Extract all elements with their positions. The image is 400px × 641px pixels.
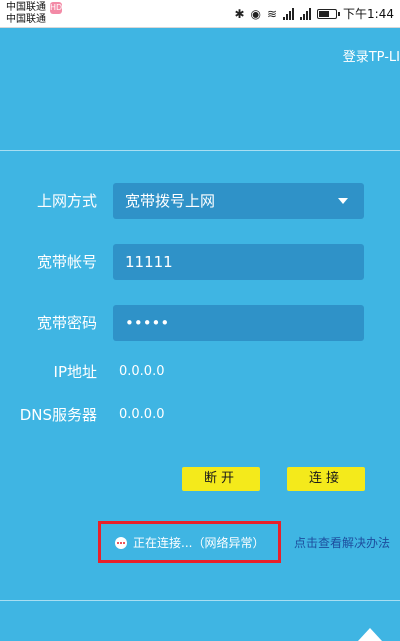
- bluetooth-icon: ✱: [234, 7, 245, 21]
- connection-type-value: 宽带拨号上网: [125, 192, 216, 210]
- status-bar: 中国联通 HD 中国联通 ✱ ◉ ≋ 下午1:44: [0, 0, 400, 28]
- connection-type-row: 上网方式 宽带拨号上网: [0, 183, 400, 219]
- connection-type-select[interactable]: 宽带拨号上网: [113, 183, 364, 219]
- dns-value: 0.0.0.0: [119, 407, 165, 422]
- header: 登录TP-LI: [0, 28, 400, 150]
- clock: 下午1:44: [343, 7, 394, 21]
- wifi-icon: ≋: [266, 7, 278, 21]
- disconnect-button[interactable]: 断开: [182, 467, 260, 491]
- eye-icon: ◉: [250, 7, 261, 21]
- dns-row: DNS服务器 0.0.0.0: [0, 397, 400, 433]
- bottom-area: [0, 601, 400, 641]
- carrier-info: 中国联通 HD 中国联通: [6, 2, 62, 26]
- more-dots-icon: [115, 536, 127, 549]
- password-row: 宽带密码 •••••: [0, 305, 400, 341]
- carrier-name-2: 中国联通: [6, 14, 46, 25]
- connection-type-label: 上网方式: [36, 192, 97, 210]
- signal-icon: [283, 8, 295, 20]
- tab-notch-icon: [358, 628, 382, 641]
- status-icons: ✱ ◉ ≋ 下午1:44: [234, 6, 394, 22]
- account-label: 宽带帐号: [36, 253, 97, 271]
- connection-status: 正在连接...（网络异常）: [115, 534, 264, 551]
- help-link[interactable]: 点击查看解决办法: [294, 534, 390, 551]
- connect-button[interactable]: 连接: [287, 467, 365, 491]
- connection-status-text: 正在连接...（网络异常）: [133, 536, 265, 550]
- ip-value: 0.0.0.0: [119, 364, 165, 379]
- account-row: 宽带帐号 11111: [0, 244, 400, 280]
- hd-badge-icon: HD: [50, 2, 63, 14]
- carrier-name-1: 中国联通: [6, 2, 46, 13]
- ip-label: IP地址: [53, 363, 97, 381]
- login-link[interactable]: 登录TP-LI: [343, 46, 400, 65]
- battery-icon: [317, 9, 341, 19]
- dropdown-arrow-icon: [338, 198, 348, 204]
- password-label: 宽带密码: [36, 314, 97, 332]
- signal-2-icon: [300, 8, 312, 20]
- divider: [0, 150, 400, 151]
- password-input[interactable]: •••••: [113, 305, 364, 341]
- dns-label: DNS服务器: [19, 406, 97, 424]
- account-input[interactable]: 11111: [113, 244, 364, 280]
- ip-row: IP地址 0.0.0.0: [0, 354, 400, 390]
